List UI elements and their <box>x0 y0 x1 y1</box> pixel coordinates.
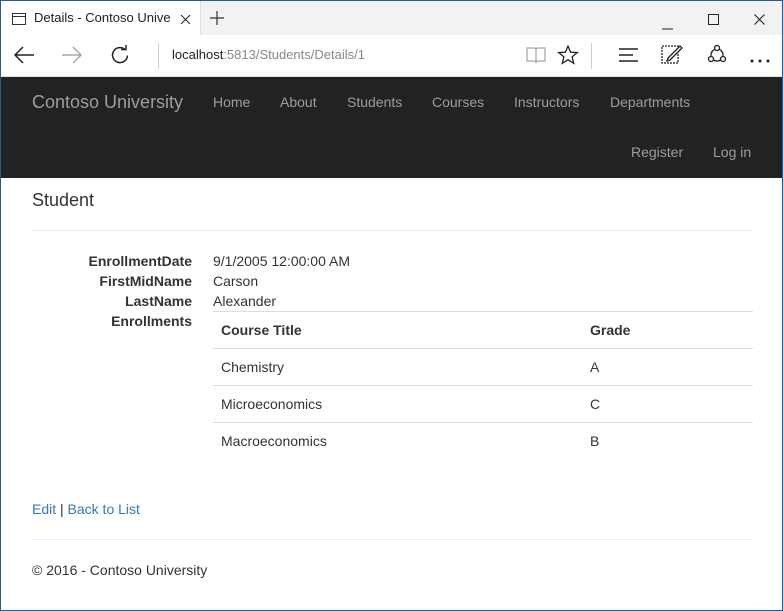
login-link[interactable]: Log in <box>713 144 751 160</box>
nav-courses[interactable]: Courses <box>432 94 484 110</box>
close-window-icon[interactable] <box>754 12 765 28</box>
address-bar[interactable]: localhost:5813/Students/Details/1 <box>172 47 365 62</box>
tab-title: Details - Contoso Unive <box>34 10 171 25</box>
url-host: localhost <box>172 47 224 62</box>
browser-tab[interactable]: Details - Contoso Unive <box>1 1 201 35</box>
hub-icon[interactable] <box>618 45 640 68</box>
divider <box>32 230 753 231</box>
divider <box>32 539 753 540</box>
link-separator: | <box>60 501 64 517</box>
column-course-title: Course Title <box>213 311 582 349</box>
grade-cell: C <box>582 385 753 423</box>
close-tab-icon[interactable] <box>180 12 191 28</box>
column-grade: Grade <box>582 311 753 349</box>
course-title-cell: Microeconomics <box>213 385 582 423</box>
brand-link[interactable]: Contoso University <box>32 92 183 113</box>
divider <box>591 43 592 69</box>
refresh-icon[interactable] <box>110 45 130 68</box>
reading-view-icon[interactable] <box>525 45 547 68</box>
course-title-cell: Chemistry <box>213 348 582 386</box>
page-title: Student <box>32 190 95 210</box>
grade-cell: A <box>582 348 753 386</box>
page-icon <box>12 12 26 28</box>
nav-departments[interactable]: Departments <box>610 94 690 110</box>
favorite-star-icon[interactable] <box>557 44 579 68</box>
web-note-icon[interactable] <box>661 45 683 68</box>
back-to-list-link[interactable]: Back to List <box>68 501 140 517</box>
enrollments-table: Course Title Grade Chemistry A Microecon… <box>213 311 753 460</box>
label-enrollment-date: EnrollmentDate <box>88 253 192 269</box>
new-tab-icon[interactable] <box>210 11 224 28</box>
register-link[interactable]: Register <box>631 144 683 160</box>
address-toolbar: localhost:5813/Students/Details/1 <box>1 35 782 77</box>
table-row: Chemistry A <box>213 348 753 386</box>
maximize-icon[interactable] <box>708 12 719 28</box>
label-enrollments: Enrollments <box>111 313 192 329</box>
action-links: Edit | Back to List <box>32 501 140 517</box>
back-arrow-icon[interactable] <box>13 45 35 68</box>
nav-instructors[interactable]: Instructors <box>514 94 579 110</box>
footer-text: © 2016 - Contoso University <box>32 562 208 578</box>
value-first-mid-name: Carson <box>213 273 259 289</box>
table-row: Macroeconomics B <box>213 422 753 460</box>
url-path: :5813/Students/Details/1 <box>223 47 365 62</box>
nav-home[interactable]: Home <box>213 94 250 110</box>
nav-about[interactable]: About <box>280 94 317 110</box>
value-enrollment-date: 9/1/2005 12:00:00 AM <box>213 253 350 269</box>
table-row: Microeconomics C <box>213 385 753 423</box>
value-last-name: Alexander <box>213 293 277 309</box>
label-last-name: LastName <box>125 293 192 309</box>
nav-students[interactable]: Students <box>347 94 402 110</box>
more-icon[interactable] <box>749 51 771 67</box>
course-title-cell: Macroeconomics <box>213 422 582 460</box>
browser-window: Details - Contoso Unive localhost:5813/S… <box>0 0 783 611</box>
divider <box>158 43 159 69</box>
table-header-row: Course Title Grade <box>213 311 753 349</box>
edit-link[interactable]: Edit <box>32 501 56 517</box>
grade-cell: B <box>582 422 753 460</box>
site-navbar: Contoso University Home About Students C… <box>1 77 782 178</box>
label-first-mid-name: FirstMidName <box>99 273 192 289</box>
forward-arrow-icon[interactable] <box>61 45 83 68</box>
minimize-icon[interactable] <box>662 17 673 33</box>
title-bar: Details - Contoso Unive <box>1 1 782 35</box>
share-icon[interactable] <box>706 44 728 68</box>
